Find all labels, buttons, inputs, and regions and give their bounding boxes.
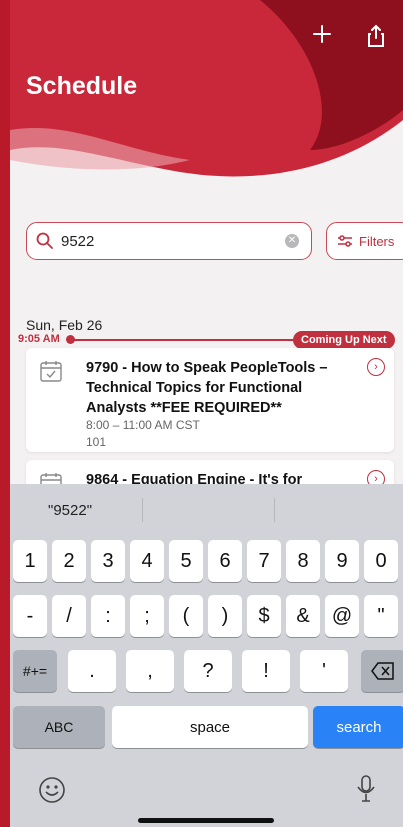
- key[interactable]: (: [169, 595, 203, 637]
- key[interactable]: -: [13, 595, 47, 637]
- key[interactable]: /: [52, 595, 86, 637]
- share-icon: [368, 24, 384, 47]
- key[interactable]: &: [286, 595, 320, 637]
- session-title: 9790 - How to Speak PeopleTools – Techni…: [86, 360, 328, 416]
- current-time: 9:05 AM: [18, 333, 60, 345]
- key[interactable]: 4: [130, 540, 164, 582]
- key[interactable]: ;: [130, 595, 164, 637]
- coming-up-badge: Coming Up Next: [293, 331, 395, 349]
- home-indicator: [138, 818, 274, 823]
- abc-key[interactable]: ABC: [13, 706, 105, 748]
- key[interactable]: 0: [364, 540, 398, 582]
- key[interactable]: 2: [52, 540, 86, 582]
- key[interactable]: 7: [247, 540, 281, 582]
- microphone-icon[interactable]: [356, 774, 376, 804]
- key[interactable]: ,: [126, 650, 174, 692]
- plus-icon: [313, 25, 331, 43]
- suggestion-bar: "9522": [10, 484, 403, 538]
- filters-icon: [338, 235, 352, 247]
- search-value: 9522: [61, 233, 95, 250]
- chevron-right-icon[interactable]: ›: [367, 358, 385, 376]
- add-button[interactable]: [312, 24, 340, 52]
- session-time: 8:00 – 11:00 AM CST: [86, 418, 200, 432]
- session-card[interactable]: 9790 - How to Speak PeopleTools – Techni…: [26, 348, 394, 452]
- emoji-icon[interactable]: [38, 776, 66, 804]
- key[interactable]: ): [208, 595, 242, 637]
- search-icon: [36, 232, 53, 249]
- date-heading: Sun, Feb 26: [26, 317, 103, 333]
- backspace-key[interactable]: [361, 650, 403, 692]
- keyboard: "9522" 1234567890 - /:;() $ & @ " #+= .,?! ' A…: [10, 484, 403, 827]
- key[interactable]: 1: [13, 540, 47, 582]
- filters-button[interactable]: Filters: [326, 222, 403, 260]
- key[interactable]: .: [68, 650, 116, 692]
- share-button[interactable]: [366, 24, 394, 52]
- key[interactable]: !: [242, 650, 290, 692]
- key-more-symbols[interactable]: #+=: [13, 650, 57, 692]
- device-frame: [0, 0, 10, 827]
- clear-icon[interactable]: ✕: [285, 234, 299, 248]
- key[interactable]: 9: [325, 540, 359, 582]
- key[interactable]: 3: [91, 540, 125, 582]
- key[interactable]: ': [300, 650, 348, 692]
- suggestion-item[interactable]: "9522": [48, 502, 92, 519]
- app-root: Schedule 9522 ✕ Filters Sun, Feb 26 9:05…: [0, 0, 403, 827]
- key[interactable]: 8: [286, 540, 320, 582]
- calendar-icon: [40, 361, 62, 382]
- backspace-icon: [371, 662, 394, 680]
- suggestion-divider: [142, 498, 143, 522]
- search-key[interactable]: search: [313, 706, 403, 748]
- current-time-dot: [66, 335, 75, 344]
- screen: Schedule 9522 ✕ Filters Sun, Feb 26 9:05…: [10, 0, 403, 827]
- suggestion-divider: [274, 498, 275, 522]
- key[interactable]: @: [325, 595, 359, 637]
- space-key[interactable]: space: [112, 706, 308, 748]
- key[interactable]: $: [247, 595, 281, 637]
- key[interactable]: 6: [208, 540, 242, 582]
- key[interactable]: :: [91, 595, 125, 637]
- header: Schedule: [10, 0, 403, 190]
- key[interactable]: ": [364, 595, 398, 637]
- page-title: Schedule: [26, 72, 138, 100]
- filters-label: Filters: [359, 234, 395, 249]
- session-room: 101: [86, 435, 107, 449]
- key[interactable]: ?: [184, 650, 232, 692]
- key[interactable]: 5: [169, 540, 203, 582]
- search-input[interactable]: 9522 ✕: [26, 222, 312, 260]
